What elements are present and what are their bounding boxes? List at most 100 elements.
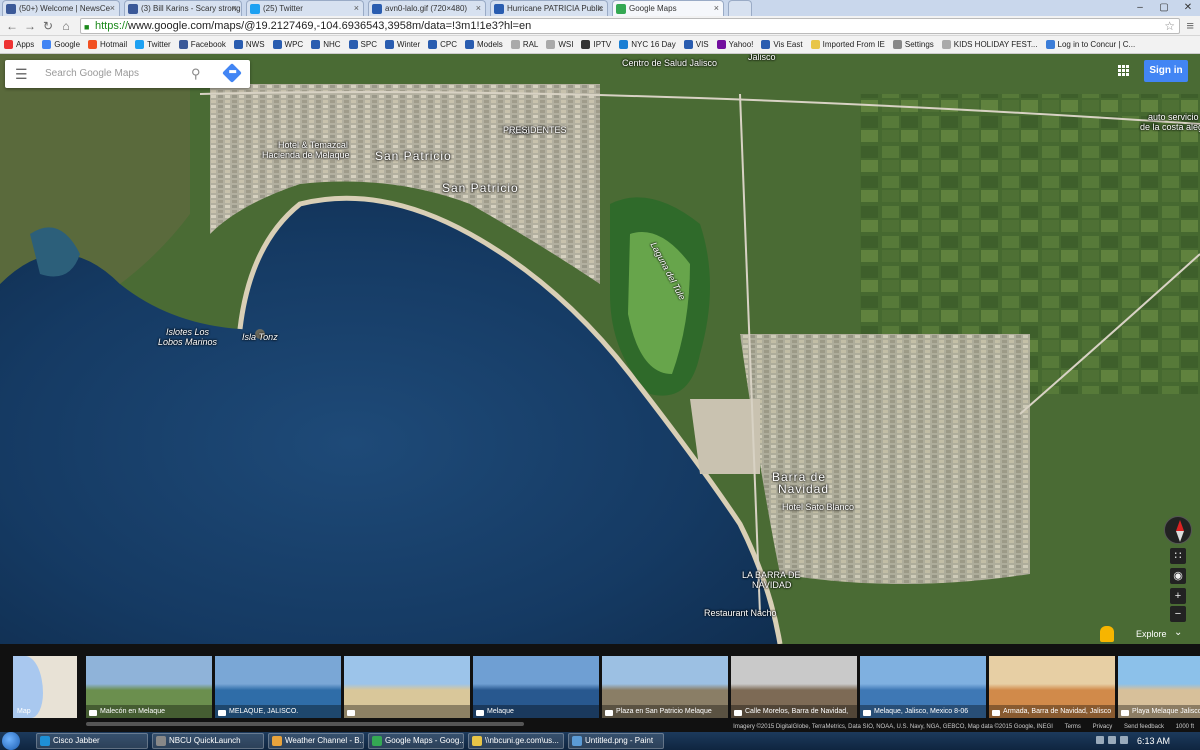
camera-icon	[1121, 710, 1129, 716]
close-icon[interactable]: ×	[476, 1, 481, 16]
minimize-icon[interactable]: –	[1128, 0, 1152, 16]
bookmark-item[interactable]: NYC 16 Day	[619, 40, 676, 49]
new-tab-button[interactable]	[728, 0, 752, 16]
zoom-out-button[interactable]: −	[1170, 606, 1186, 622]
address-bar[interactable]: ■ https://www.google.com/maps/@19.212746…	[80, 18, 1180, 34]
back-icon[interactable]: ←	[4, 18, 20, 34]
map-label[interactable]: Hotel & Temazcal	[278, 140, 348, 150]
map-label[interactable]: auto servicio su	[1148, 112, 1200, 122]
bookmark-item[interactable]: RAL	[510, 40, 538, 49]
taskbar-item[interactable]: Google Maps - Goog...	[368, 733, 464, 749]
bookmark-icon	[619, 40, 629, 49]
bookmark-item[interactable]: Imported From IE	[810, 40, 885, 49]
start-button[interactable]	[2, 732, 20, 750]
bookmark-item[interactable]: Hotmail	[88, 40, 127, 49]
satellite-map[interactable]: Centro de Salud Jalisco Jalisco Kulko PR…	[0, 54, 1200, 644]
zoom-in-button[interactable]: +	[1170, 588, 1186, 604]
bookmark-label: Settings	[904, 40, 934, 49]
my-location-icon[interactable]: ◉	[1170, 568, 1186, 584]
bookmark-item[interactable]: NWS	[233, 40, 265, 49]
browser-tab-active[interactable]: Google Maps ×	[612, 0, 724, 16]
bookmark-item[interactable]: Twitter	[135, 40, 171, 49]
search-input[interactable]: Search Google Maps	[45, 68, 139, 79]
map-label[interactable]: Centro de Salud Jalisco	[622, 58, 717, 68]
close-window-icon[interactable]: ✕	[1176, 0, 1200, 16]
taskbar-item[interactable]: Cisco Jabber	[36, 733, 148, 749]
bookmark-item[interactable]: CPC	[428, 40, 457, 49]
browser-tab[interactable]: avn0-lalo.gif (720×480) ×	[368, 0, 486, 16]
window-controls: – ▢ ✕	[1128, 0, 1200, 16]
map-thumbnail[interactable]: Map	[13, 656, 77, 718]
flag-icon[interactable]	[1120, 736, 1128, 744]
google-apps-icon[interactable]	[1118, 65, 1130, 77]
search-box[interactable]: ☰ Search Google Maps ⚲	[5, 60, 250, 88]
directions-icon[interactable]	[222, 63, 242, 83]
browser-menu-icon[interactable]: ≡	[1186, 18, 1194, 34]
taskbar-item[interactable]: \\nbcuni.ge.com\us...	[468, 733, 564, 749]
chevron-down-icon[interactable]: ⌄	[1174, 627, 1182, 638]
map-label[interactable]: Restaurant Nacho	[704, 608, 777, 618]
bookmark-item[interactable]: Log in to Concur | C...	[1045, 40, 1135, 49]
volume-icon[interactable]	[1108, 736, 1116, 744]
browser-tab[interactable]: (3) Bill Karins - Scary strong ×	[124, 0, 242, 16]
bookmark-item[interactable]: WSI	[546, 40, 573, 49]
pegman-icon[interactable]	[1100, 626, 1114, 642]
bookmark-item[interactable]: VIS	[683, 40, 709, 49]
sign-in-button[interactable]: Sign in	[1144, 60, 1188, 82]
map-label[interactable]: Hacienda de Melaque	[262, 150, 350, 160]
bookmark-item[interactable]: NHC	[311, 40, 341, 49]
explore-button[interactable]: Explore	[1136, 629, 1167, 639]
scale-bar[interactable]: 1000 ft	[1176, 724, 1194, 730]
photo-thumbnail[interactable]: Malecón en Melaque	[86, 656, 212, 718]
close-icon[interactable]: ×	[354, 1, 359, 16]
map-label[interactable]: Hotel Sato Blanco	[782, 502, 854, 512]
bookmark-item[interactable]: IPTV	[581, 40, 611, 49]
close-icon[interactable]: ×	[714, 1, 719, 16]
bookmark-star-icon[interactable]: ☆	[1164, 19, 1175, 33]
photo-thumbnail[interactable]: Calle Morelos, Barra de Navidad,	[731, 656, 857, 718]
browser-tab[interactable]: Hurricane PATRICIA Public ×	[490, 0, 608, 16]
network-icon[interactable]	[1096, 736, 1104, 744]
photo-thumbnail[interactable]: Plaza en San Patricio Melaque	[602, 656, 728, 718]
photo-thumbnail[interactable]	[344, 656, 470, 718]
bookmark-item[interactable]: KIDS HOLIDAY FEST...	[941, 40, 1038, 49]
bookmark-item[interactable]: SPC	[348, 40, 377, 49]
clock[interactable]: 6:13 AM	[1137, 733, 1170, 749]
photo-thumbnail[interactable]: Melaque	[473, 656, 599, 718]
bookmark-item[interactable]: Vis East	[761, 40, 803, 49]
hamburger-menu-icon[interactable]: ☰	[15, 66, 28, 83]
home-icon[interactable]: ⌂	[58, 18, 74, 34]
terms-link[interactable]: Terms	[1065, 724, 1081, 730]
map-label[interactable]: de la costa alegre	[1140, 122, 1200, 132]
photo-thumbnail[interactable]: Melaque, Jalisco, Mexico 8-06	[860, 656, 986, 718]
photo-thumbnail[interactable]: MELAQUE, JALISCO.	[215, 656, 341, 718]
maximize-icon[interactable]: ▢	[1152, 0, 1176, 16]
taskbar-item[interactable]: NBCU QuickLaunch	[152, 733, 264, 749]
bookmark-item[interactable]: Settings	[892, 40, 934, 49]
photo-thumbnail[interactable]: Playa Melaque Jalisco	[1118, 656, 1200, 718]
compass-icon[interactable]	[1164, 516, 1192, 544]
close-icon[interactable]: ×	[598, 1, 603, 16]
send-feedback-link[interactable]: Send feedback	[1124, 724, 1164, 730]
privacy-link[interactable]: Privacy	[1093, 724, 1113, 730]
search-icon[interactable]: ⚲	[191, 66, 201, 82]
twitter-icon	[250, 4, 260, 14]
close-icon[interactable]: ×	[110, 1, 115, 16]
taskbar-item[interactable]: Weather Channel - B...	[268, 733, 364, 749]
bookmark-item[interactable]: Google	[42, 40, 80, 49]
close-icon[interactable]: ×	[232, 1, 237, 16]
taskbar-item[interactable]: Untitled.png - Paint	[568, 733, 664, 749]
reload-icon[interactable]: ↻	[40, 18, 56, 34]
bookmark-item[interactable]: Models	[465, 40, 503, 49]
bookmark-item[interactable]: Facebook	[178, 40, 226, 49]
bookmark-item[interactable]: Apps	[4, 40, 34, 49]
photo-thumbnail[interactable]: Armada, Barra de Navidad, Jalisco	[989, 656, 1115, 718]
street-view-icon[interactable]: ∷	[1170, 548, 1186, 564]
browser-tab[interactable]: (50+) Welcome | NewsCe ×	[2, 0, 120, 16]
bookmark-item[interactable]: WPC	[272, 40, 303, 49]
bookmark-item[interactable]: Yahoo!	[716, 40, 753, 49]
forward-icon[interactable]: →	[22, 18, 38, 34]
browser-tab[interactable]: (25) Twitter ×	[246, 0, 364, 16]
bookmark-icon	[941, 40, 951, 49]
bookmark-item[interactable]: Winter	[385, 40, 420, 49]
